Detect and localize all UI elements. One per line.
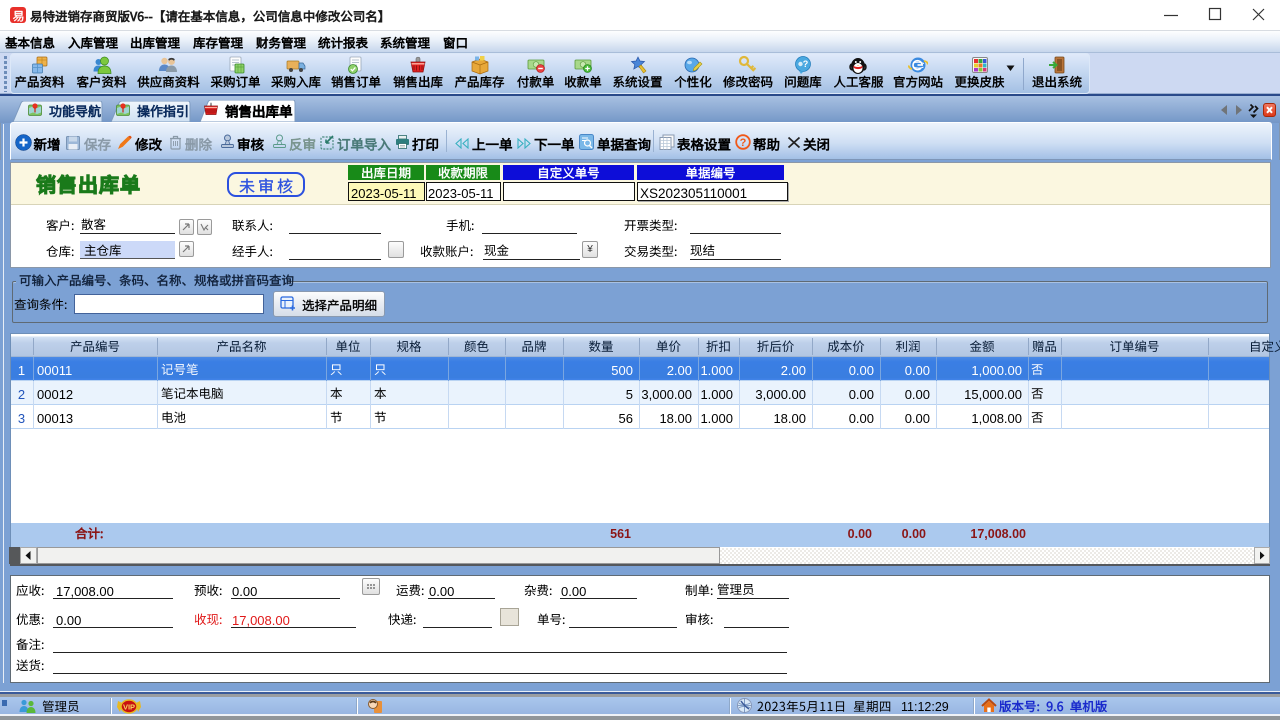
svg-text:VIP: VIP xyxy=(123,703,135,712)
svg-text:?: ? xyxy=(803,59,809,69)
svg-text:?: ? xyxy=(740,137,747,149)
